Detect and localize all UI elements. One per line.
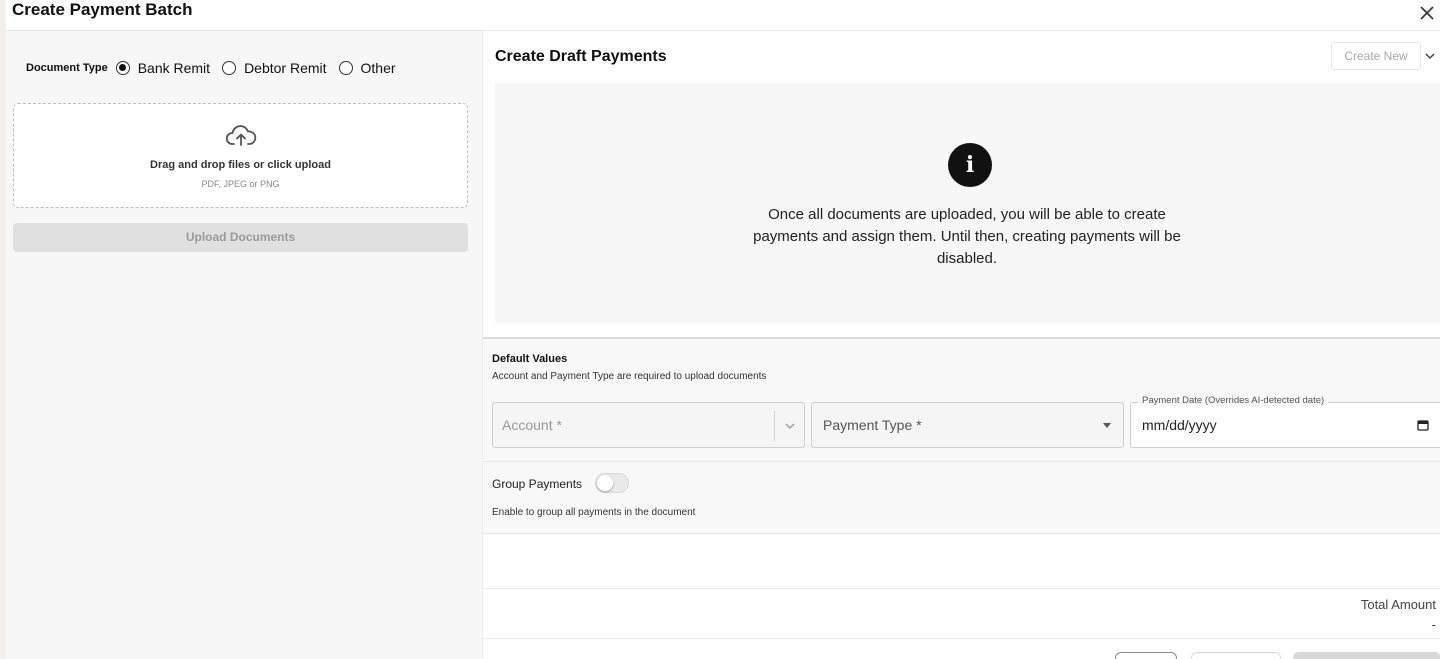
close-icon[interactable] xyxy=(1418,4,1436,22)
chevron-down-icon[interactable] xyxy=(783,419,797,433)
radio-checked-icon[interactable] xyxy=(115,61,130,75)
radio-label: Debtor Remit xyxy=(244,60,327,76)
document-type-label: Document Type xyxy=(26,62,108,74)
radio-unchecked-icon[interactable] xyxy=(338,61,353,75)
caret-down-icon xyxy=(1103,423,1111,428)
dropzone-title: Drag and drop files or click upload xyxy=(150,159,331,171)
info-panel: i Once all documents are uploaded, you w… xyxy=(495,83,1440,323)
document-type-group: Document Type Bank Remit Debtor Remit Ot… xyxy=(26,60,408,76)
radio-debtor-remit[interactable]: Debtor Remit xyxy=(222,60,327,76)
account-select[interactable]: Account * xyxy=(492,402,805,448)
draft-payments-title: Create Draft Payments xyxy=(495,48,667,65)
radio-label: Bank Remit xyxy=(137,60,211,76)
payment-date-value: mm/dd/yyyy xyxy=(1142,417,1217,433)
default-values-section: Default Values Account and Payment Type … xyxy=(483,337,1440,534)
group-payments-toggle[interactable] xyxy=(595,473,629,493)
total-amount-label: Total Amount xyxy=(1360,597,1436,612)
payment-type-placeholder: Payment Type * xyxy=(823,417,922,433)
radio-label: Other xyxy=(360,60,396,76)
toggle-knob xyxy=(597,475,613,491)
modal-title: Create Payment Batch xyxy=(12,0,193,19)
group-payments-hint: Enable to group all payments in the docu… xyxy=(492,507,696,518)
payment-type-select[interactable]: Payment Type * xyxy=(811,402,1124,448)
default-values-subtitle: Account and Payment Type are required to… xyxy=(492,371,767,382)
divider xyxy=(483,638,1440,639)
total-amount-value: - xyxy=(1431,617,1436,632)
divider xyxy=(483,588,1440,589)
dropzone-subtitle: PDF, JPEG or PNG xyxy=(201,179,280,189)
calendar-icon[interactable] xyxy=(1417,419,1429,431)
upload-documents-button[interactable]: Upload Documents xyxy=(13,223,468,252)
payment-date-input[interactable]: mm/dd/yyyy xyxy=(1130,402,1440,448)
create-payment-batch-modal: Create Payment Batch Document Type Bank … xyxy=(6,0,1440,659)
cloud-upload-icon xyxy=(225,125,257,146)
divider xyxy=(483,461,1440,462)
footer-button-primary[interactable] xyxy=(1293,652,1440,659)
info-icon: i xyxy=(948,143,992,187)
modal-header: Create Payment Batch xyxy=(6,0,1440,31)
draft-payments-pane: Create Draft Payments Create New i Once … xyxy=(482,31,1440,659)
chevron-down-icon[interactable] xyxy=(1423,49,1437,63)
select-separator xyxy=(774,411,775,441)
create-new-button[interactable]: Create New xyxy=(1331,42,1421,70)
file-dropzone[interactable]: Drag and drop files or click upload PDF,… xyxy=(13,103,468,208)
footer-button-cancel[interactable] xyxy=(1115,652,1177,659)
radio-other[interactable]: Other xyxy=(338,60,396,76)
payment-date-label: Payment Date (Overrides AI-detected date… xyxy=(1138,395,1329,406)
default-values-title: Default Values xyxy=(492,353,568,365)
upload-pane: Document Type Bank Remit Debtor Remit Ot… xyxy=(6,31,482,659)
radio-bank-remit[interactable]: Bank Remit xyxy=(115,60,211,76)
account-placeholder: Account * xyxy=(502,417,562,433)
radio-unchecked-icon[interactable] xyxy=(222,61,237,75)
group-payments-label: Group Payments xyxy=(492,477,583,491)
info-message: Once all documents are uploaded, you wil… xyxy=(753,206,1181,267)
footer-button-secondary[interactable] xyxy=(1191,652,1281,659)
